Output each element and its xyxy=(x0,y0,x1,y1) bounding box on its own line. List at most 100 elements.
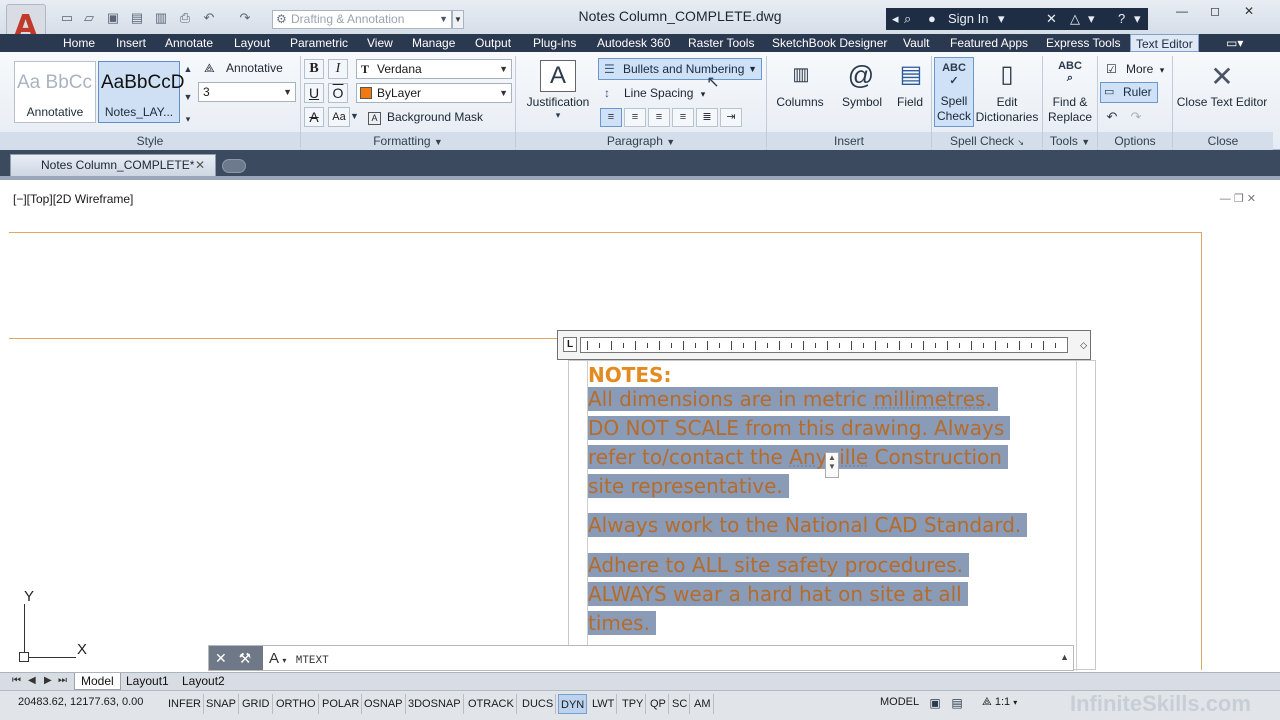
status-toggle-snap[interactable]: SNAP xyxy=(204,694,239,714)
font-combo[interactable]: T Verdana ▼ xyxy=(356,59,512,79)
status-toggle-otrack[interactable]: OTRACK xyxy=(466,694,517,714)
panel-title-spell-check[interactable]: Spell Check ↘ xyxy=(932,132,1042,150)
save-icon[interactable]: ▣ xyxy=(104,10,122,26)
find-replace-label-2[interactable]: Replace xyxy=(1046,110,1094,124)
text-ruler[interactable]: L ◇ xyxy=(557,330,1091,360)
ruler-strip[interactable] xyxy=(580,337,1068,353)
paragraph-settings-icon[interactable]: ⇥ xyxy=(720,108,742,127)
print-icon[interactable]: ⎙ xyxy=(176,10,194,26)
overline-button[interactable]: O xyxy=(328,83,348,103)
ruler-toggle-button[interactable]: ▭ Ruler xyxy=(1100,82,1158,103)
symbol-icon[interactable]: @ xyxy=(846,60,876,91)
coordinates-readout[interactable]: 20483.62, 12177.63, 0.00 xyxy=(18,696,143,708)
symbol-label[interactable]: Symbol xyxy=(834,95,890,109)
help-icon[interactable]: ? xyxy=(1118,11,1125,26)
mtext-editor[interactable]: NOTES: All dimensions are in metric mill… xyxy=(568,360,1096,671)
status-toggle-ducs[interactable]: DUCS xyxy=(520,694,557,714)
tab-autodesk-360[interactable]: Autodesk 360 xyxy=(597,34,670,52)
align-center-icon[interactable]: ≡ xyxy=(624,108,646,127)
user-icon[interactable]: ● xyxy=(928,11,936,26)
quick-access-menu-button[interactable]: ▼ xyxy=(452,10,464,29)
find-replace-label-1[interactable]: Find & xyxy=(1046,95,1094,109)
status-toggle-qp[interactable]: QP xyxy=(648,694,669,714)
tab-raster-tools[interactable]: Raster Tools xyxy=(688,34,754,52)
plot-icon[interactable]: ▥ xyxy=(152,10,170,26)
tab-layout[interactable]: Layout xyxy=(234,34,270,52)
quick-view-drawings-icon[interactable]: ▤ xyxy=(950,696,964,710)
dropdown-arrow-icon[interactable]: ▾ xyxy=(1134,11,1141,27)
status-toggle-am[interactable]: AM xyxy=(692,694,714,714)
mtext-content-area[interactable]: NOTES: All dimensions are in metric mill… xyxy=(587,361,1077,671)
status-toggle-dyn[interactable]: DYN xyxy=(558,694,588,714)
viewport-window-controls[interactable]: — ❐ ✕ xyxy=(1220,192,1256,205)
justify-icon[interactable]: ≡ xyxy=(672,108,694,127)
workspace-dropdown[interactable]: ⚙ Drafting & Annotation ▼ xyxy=(272,10,452,29)
binoculars-icon[interactable]: ⌕ xyxy=(904,11,911,27)
ribbon-options-icon[interactable]: ▭▾ xyxy=(1226,34,1243,52)
tab-home[interactable]: Home xyxy=(63,34,95,52)
align-right-icon[interactable]: ≡ xyxy=(648,108,670,127)
tab-text-editor[interactable]: Text Editor xyxy=(1130,34,1199,52)
strikethrough-button[interactable]: A xyxy=(304,107,324,127)
underline-button[interactable]: U xyxy=(304,83,324,103)
bullets-and-numbering-button[interactable]: ☰ Bullets and Numbering ▼ xyxy=(598,58,762,80)
columns-icon[interactable]: ▥ xyxy=(786,64,816,85)
wrench-icon[interactable]: ⚒ xyxy=(239,650,252,666)
menu-icon[interactable]: ◂ xyxy=(892,11,899,27)
annotative-button[interactable]: ⟁ Annotative xyxy=(204,58,283,78)
expand-gallery-icon[interactable]: ▾ xyxy=(182,114,194,125)
resize-handle-icon[interactable]: ◇ xyxy=(1080,340,1087,351)
maximize-icon[interactable]: ◻ xyxy=(1210,4,1220,18)
tab-layout2[interactable]: Layout2 xyxy=(176,673,231,690)
tab-parametric[interactable]: Parametric xyxy=(290,34,348,52)
scroll-down-icon[interactable]: ▼ xyxy=(182,92,194,102)
tab-express-tools[interactable]: Express Tools xyxy=(1046,34,1120,52)
chevron-down-icon[interactable]: ▾ xyxy=(552,110,564,121)
tab-type-button[interactable]: L xyxy=(563,337,577,352)
status-toggle-ortho[interactable]: ORTHO xyxy=(274,694,319,714)
status-toggle-tpy[interactable]: TPY xyxy=(620,694,647,714)
tab-sketchbook-designer[interactable]: SketchBook Designer xyxy=(772,34,887,52)
dropdown-arrow-icon[interactable]: ▾ xyxy=(998,11,1005,27)
chevron-down-icon[interactable]: ▼ xyxy=(350,111,359,121)
dropdown-arrow-icon[interactable]: ▾ xyxy=(1088,11,1095,27)
spell-check-button[interactable]: ABC ✓ Spell Check xyxy=(934,57,974,127)
paragraph-safety[interactable]: Adhere to ALL site safety procedures. AL… xyxy=(588,551,969,638)
bold-button[interactable]: B xyxy=(304,59,324,79)
status-toggle-grid[interactable]: GRID xyxy=(240,694,273,714)
first-layout-icon[interactable]: ⏮ xyxy=(12,675,21,686)
open-icon[interactable]: ▱ xyxy=(80,10,98,26)
justification-label[interactable]: Justification xyxy=(520,95,596,109)
panel-title-tools[interactable]: Tools ▼ xyxy=(1043,132,1097,150)
model-space-indicator[interactable]: MODEL xyxy=(880,696,919,708)
dictionary-icon[interactable]: ▯ xyxy=(992,60,1022,89)
notes-heading[interactable]: NOTES: xyxy=(588,363,671,387)
status-toggle-3dosnap[interactable]: 3DOSNAP xyxy=(406,694,464,714)
status-toggle-lwt[interactable]: LWT xyxy=(590,694,618,714)
save-as-icon[interactable]: ▤ xyxy=(128,10,146,26)
distribute-icon[interactable]: ≣ xyxy=(696,108,718,127)
close-icon[interactable]: ✕ xyxy=(1244,4,1254,18)
viewport-controls[interactable]: [−][Top][2D Wireframe] xyxy=(13,192,133,206)
close-text-editor-label[interactable]: Close Text Editor xyxy=(1174,95,1270,109)
tab-plug-ins[interactable]: Plug-ins xyxy=(533,34,576,52)
columns-label[interactable]: Columns xyxy=(770,95,830,109)
panel-title-paragraph[interactable]: Paragraph ▼ xyxy=(516,132,766,150)
annotation-scale[interactable]: ⟁ 1:1 ▾ xyxy=(982,696,1017,709)
change-case-button[interactable]: Aa xyxy=(328,107,350,127)
next-layout-icon[interactable]: ▶ xyxy=(44,675,52,686)
status-toggle-infer[interactable]: INFER xyxy=(166,694,204,714)
text-style-annotative[interactable]: Aa BbCc Annotative xyxy=(14,61,96,123)
scroll-up-icon[interactable]: ▲ xyxy=(182,64,194,74)
autodesk-360-icon[interactable]: △ xyxy=(1070,11,1080,27)
panel-title-formatting[interactable]: Formatting ▼ xyxy=(301,132,515,150)
redo-icon[interactable]: ↷ xyxy=(1128,109,1144,125)
status-toggle-polar[interactable]: POLAR xyxy=(320,694,363,714)
command-prompt[interactable]: A ▾ MTEXT xyxy=(269,650,329,667)
minimize-icon[interactable]: — xyxy=(1176,4,1188,18)
last-layout-icon[interactable]: ⏭ xyxy=(58,675,67,686)
background-mask-button[interactable]: A Background Mask xyxy=(368,107,483,127)
text-style-notes[interactable]: AaBbCcD Notes_LAY... xyxy=(98,61,184,123)
close-icon[interactable]: ✕ xyxy=(195,155,205,175)
line-spacing-button[interactable]: ↕ Line Spacing ▾ xyxy=(604,83,705,103)
